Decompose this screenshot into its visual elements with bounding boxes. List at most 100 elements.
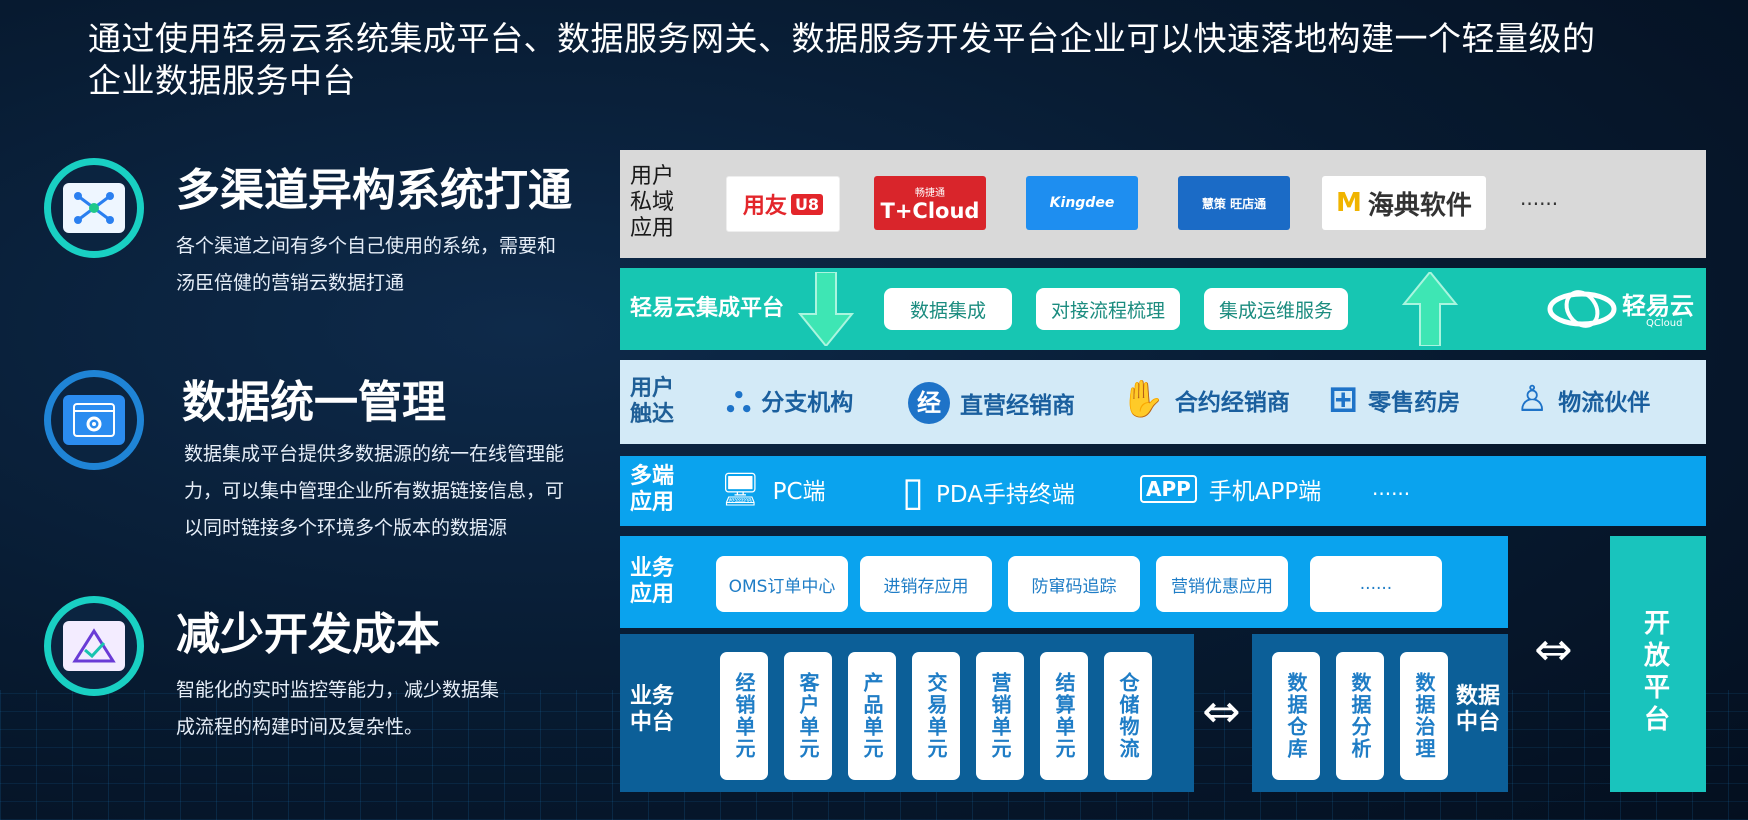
feature-desc-line: 力，可以集中管理企业所有数据链接信息，可: [184, 480, 565, 502]
biz-unit: 结算单元: [1040, 652, 1088, 780]
reach-item: 经 直营经销商: [908, 382, 1075, 424]
chanjet-logo-text: 畅捷通: [915, 187, 945, 199]
integration-pill: 对接流程梳理: [1036, 288, 1180, 330]
band-private-domain: 用户私域应用 用友 U8 畅捷通 T+Cloud Kingdee 慧策 旺店通 …: [620, 150, 1706, 258]
haidian-logo-text: 海典软件: [1367, 190, 1472, 221]
biz-app-pill: 营销优惠应用: [1156, 556, 1288, 612]
haidian-m-icon: M: [1336, 188, 1362, 218]
feature-desc-line: 以同时链接多个环境多个版本的数据源: [184, 517, 508, 539]
double-arrow-icon: ⇔: [1534, 622, 1573, 676]
feature-desc-line: 智能化的实时监控等能力，减少数据集: [176, 679, 500, 701]
up-arrow-icon: [1402, 272, 1458, 346]
data-unit: 数据仓库: [1272, 652, 1320, 780]
band-business-apps: 业务应用 OMS订单中心 进销存应用 防窜码追踪 营销优惠应用 ......: [620, 536, 1508, 628]
reach-item: ⛬ 分支机构: [726, 382, 853, 418]
feature-title: 多渠道异构系统打通: [176, 165, 572, 216]
yonyou-logo: 用友 U8: [726, 176, 840, 232]
yonyou-logo-text: 用友: [742, 194, 787, 219]
biz-unit: 营销单元: [976, 652, 1024, 780]
double-arrow-icon: ⇔: [1202, 684, 1241, 738]
terminal-item: APP 手机APP端: [1140, 472, 1321, 506]
biz-app-pill: OMS订单中心: [716, 556, 848, 612]
feature-desc-line: 成流程的构建时间及复杂性。: [176, 716, 424, 738]
feature-icon-ring: [44, 370, 144, 470]
biz-unit: 交易单元: [912, 652, 960, 780]
feature-reduce-cost: 减少开发成本 智能化的实时监控等能力，减少数据集 成流程的构建时间及复杂性。: [44, 596, 614, 746]
band-label: 用户私域应用: [630, 164, 675, 241]
reach-item-label: 分支机构: [761, 390, 854, 416]
band-business-center: 业务中台 经销单元 客户单元 产品单元 交易单元 营销单元 结算单元 仓储物流: [620, 634, 1194, 792]
wangdiantong-logo-text: 慧策 旺店通: [1201, 196, 1267, 211]
band-open-platform: 开放平台: [1610, 536, 1706, 792]
feature-title: 减少开发成本: [176, 609, 440, 660]
band-label: 用户触达: [630, 376, 675, 427]
check-triangle-icon: [63, 621, 125, 671]
org-chart-icon: ⛬: [726, 379, 752, 420]
reach-item-label: 合约经销商: [1174, 390, 1290, 416]
wangdiantong-logo: 慧策 旺店通: [1178, 176, 1290, 230]
reach-item: ✋ 合约经销商: [1120, 382, 1290, 418]
data-unit: 数据治理: [1400, 652, 1448, 780]
biz-unit: 产品单元: [848, 652, 896, 780]
band-integration-platform: 轻易云集成平台 数据集成 对接流程梳理 集成运维服务 轻易云 QCloud: [620, 268, 1706, 350]
down-arrow-icon: [798, 272, 854, 346]
tcloud-logo: 畅捷通 T+Cloud: [874, 176, 986, 230]
kingdee-logo-text: Kingdee: [1049, 195, 1115, 211]
tcloud-logo-text: T+Cloud: [880, 198, 980, 223]
feature-desc-line: 各个渠道之间有多个自己使用的系统，需要和: [176, 235, 557, 257]
feature-data-management: 数据统一管理 数据集成平台提供多数据源的统一在线管理能 力，可以集中管理企业所有…: [44, 370, 614, 539]
integration-pill: 集成运维服务: [1204, 288, 1348, 330]
feature-desc-line: 汤臣倍健的营销云数据打通: [176, 272, 405, 294]
data-unit: 数据分析: [1336, 652, 1384, 780]
reach-item-label: 零售药房: [1368, 390, 1461, 416]
qcloud-brand-sub: QCloud: [1646, 318, 1683, 329]
reach-item: ⊞ 零售药房: [1328, 382, 1460, 418]
feature-desc: 各个渠道之间有多个自己使用的系统，需要和 汤臣倍健的营销云数据打通: [176, 228, 556, 302]
band-label: 轻易云集成平台: [630, 296, 785, 321]
biz-app-pill: ......: [1310, 556, 1442, 612]
more-terminals: ......: [1372, 476, 1411, 500]
biz-unit: 客户单元: [784, 652, 832, 780]
feature-desc: 智能化的实时监控等能力，减少数据集 成流程的构建时间及复杂性。: [176, 672, 499, 746]
terminal-item-label: PDA手持终端: [936, 482, 1075, 508]
u8-logo-text: U8: [790, 193, 824, 215]
feature-desc: 数据集成平台提供多数据源的统一在线管理能 力，可以集中管理企业所有数据链接信息，…: [184, 436, 564, 547]
architecture-diagram: 用户私域应用 用友 U8 畅捷通 T+Cloud Kingdee 慧策 旺店通 …: [620, 150, 1706, 792]
qcloud-brand: 轻易云: [1622, 292, 1694, 320]
band-label: 业务应用: [630, 556, 675, 607]
people-icon: ♙: [1516, 379, 1549, 420]
band-label: 业务中台: [630, 684, 675, 735]
handshake-icon: ✋: [1120, 379, 1165, 420]
reach-item-label: 物流伙伴: [1558, 390, 1651, 416]
monitor-icon: 🖥: [720, 470, 761, 508]
band-label: 数据中台: [1456, 684, 1501, 735]
band-multi-terminal: 多端应用 🖥 PC端 ▯ PDA手持终端 APP 手机APP端 ......: [620, 456, 1706, 526]
biz-app-pill: 防窜码追踪: [1008, 556, 1140, 612]
feature-icon-ring: [44, 158, 144, 258]
band-data-center: 数据仓库 数据分析 数据治理 数据中台: [1252, 634, 1508, 792]
open-platform-label: 开放平台: [1644, 609, 1671, 735]
integration-pill: 数据集成: [884, 288, 1012, 330]
kingdee-logo: Kingdee: [1026, 176, 1138, 230]
biz-app-pill: 进销存应用: [860, 556, 992, 612]
more-systems: ......: [1520, 186, 1559, 210]
settings-window-icon: [63, 395, 125, 445]
terminal-item: 🖥 PC端: [720, 472, 826, 506]
band-label: 多端应用: [630, 464, 675, 515]
reach-item: ♙ 物流伙伴: [1516, 382, 1650, 418]
pda-icon: ▯: [902, 469, 925, 515]
feature-icon-ring: [44, 596, 144, 696]
app-icon: APP: [1140, 475, 1197, 503]
feature-title: 数据统一管理: [182, 377, 446, 428]
terminal-item: ▯ PDA手持终端: [902, 472, 1075, 512]
badge-icon: 经: [908, 382, 950, 424]
band-user-reach: 用户触达 ⛬ 分支机构 经 直营经销商 ✋ 合约经销商 ⊞ 零售药房 ♙ 物流伙…: [620, 360, 1706, 444]
headline: 通过使用轻易云系统集成平台、数据服务网关、数据服务开发平台企业可以快速落地构建一…: [88, 19, 1596, 100]
qcloud-logo-icon: [1547, 290, 1617, 328]
biz-unit: 仓储物流: [1104, 652, 1152, 780]
feature-desc-line: 数据集成平台提供多数据源的统一在线管理能: [184, 443, 565, 465]
haidian-logo: M 海典软件: [1322, 176, 1486, 230]
feature-multichannel: 多渠道异构系统打通 各个渠道之间有多个自己使用的系统，需要和 汤臣倍健的营销云数…: [44, 158, 614, 294]
network-icon: [63, 183, 125, 233]
terminal-item-label: PC端: [772, 479, 826, 505]
